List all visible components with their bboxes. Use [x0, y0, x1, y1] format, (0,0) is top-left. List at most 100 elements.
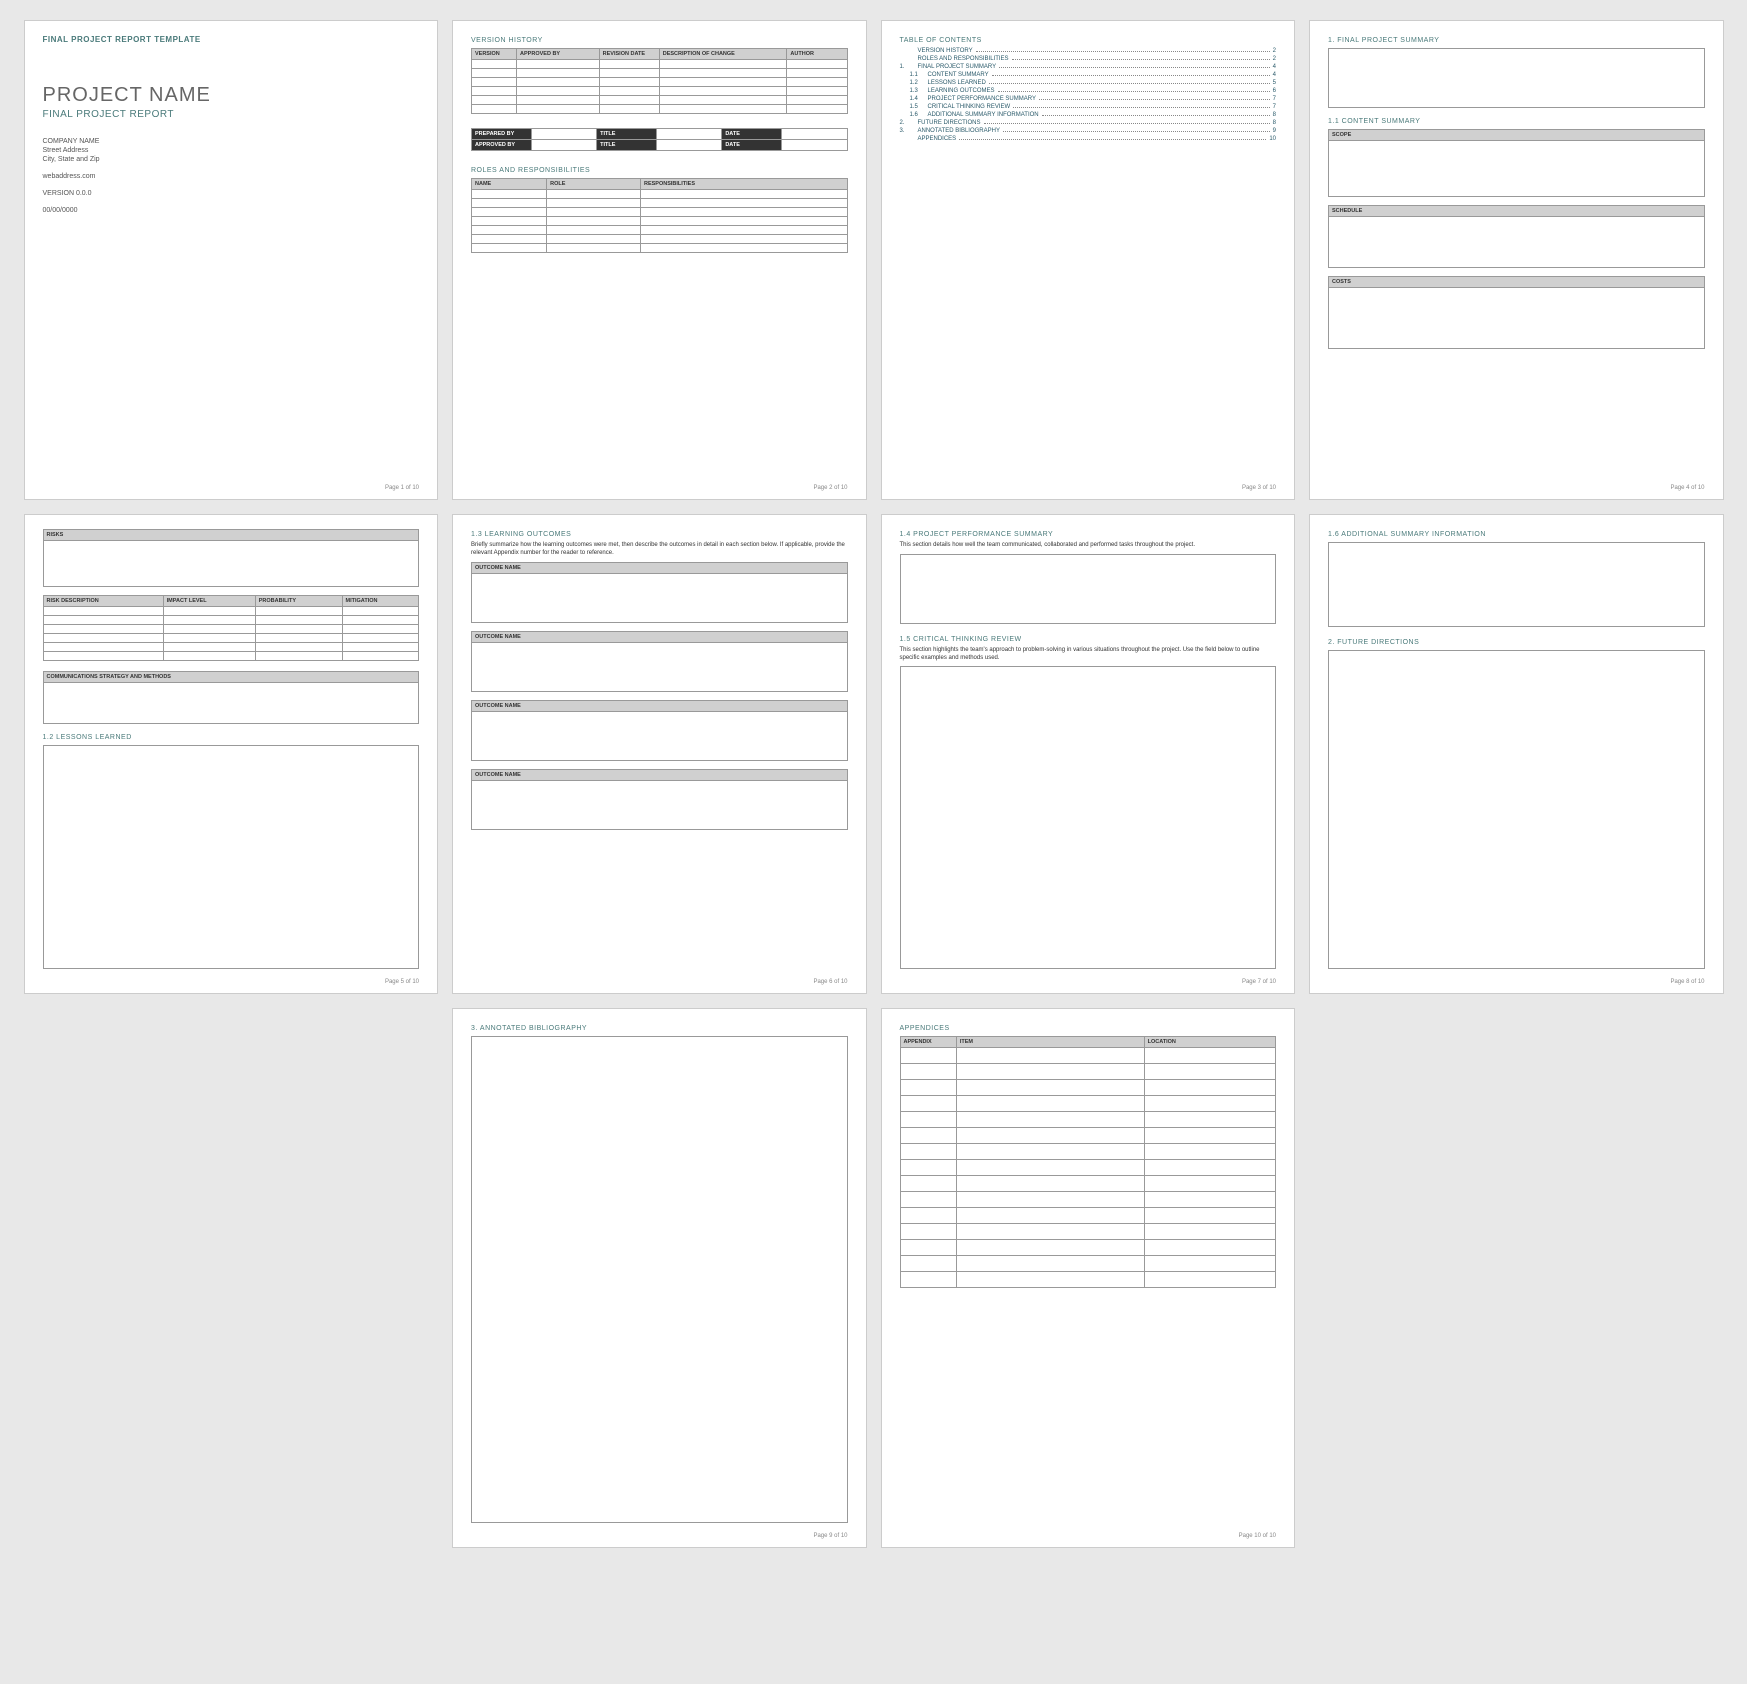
table-row [900, 1176, 1276, 1192]
prepared-by-label: PREPARED BY [472, 129, 532, 140]
table-row [472, 69, 848, 78]
table-row [472, 105, 848, 114]
table-row [900, 1208, 1276, 1224]
street-address: Street Address [43, 147, 420, 154]
risks-box: RISKS [43, 529, 420, 587]
col-role: ROLE [547, 179, 641, 190]
outcome-label: OUTCOME NAME [472, 563, 847, 574]
table-row [472, 208, 848, 217]
col-revision-date: REVISION DATE [599, 49, 659, 60]
toc-item: VERSION HISTORY2 [900, 48, 1277, 54]
page-footer: Page 2 of 10 [813, 485, 847, 491]
col-probability: PROBABILITY [255, 596, 342, 607]
col-risk-desc: RISK DESCRIPTION [43, 596, 163, 607]
col-responsibilities: RESPONSIBILITIES [640, 179, 847, 190]
critical-thinking-desc: This section highlights the team's appro… [900, 647, 1277, 663]
schedule-box: SCHEDULE [1328, 205, 1705, 268]
signoff-table: PREPARED BY TITLE DATE APPROVED BY TITLE… [471, 128, 848, 151]
toc-item: 3.ANNOTATED BIBLIOGRAPHY9 [900, 128, 1277, 134]
toc-item: 2.FUTURE DIRECTIONS8 [900, 120, 1277, 126]
table-row [472, 235, 848, 244]
page-footer: Page 4 of 10 [1670, 485, 1704, 491]
schedule-label: SCHEDULE [1329, 206, 1704, 217]
outcome-label: OUTCOME NAME [472, 770, 847, 781]
appendices-heading: APPENDICES [900, 1025, 1277, 1032]
table-row [472, 96, 848, 105]
table-row [472, 226, 848, 235]
date-label: DATE [722, 129, 782, 140]
table-row [43, 616, 419, 625]
page-5: RISKS RISK DESCRIPTION IMPACT LEVEL PROB… [24, 514, 439, 994]
lessons-box [43, 745, 420, 969]
toc-item: 1.3LEARNING OUTCOMES6 [900, 88, 1277, 94]
roles-heading: ROLES AND RESPONSIBILITIES [471, 167, 848, 174]
version-history-heading: VERSION HISTORY [471, 37, 848, 44]
col-author: AUTHOR [787, 49, 847, 60]
comms-box: COMMUNICATIONS STRATEGY AND METHODS [43, 671, 420, 724]
table-row [472, 60, 848, 69]
page-footer: Page 9 of 10 [813, 1533, 847, 1539]
col-mitigation: MITIGATION [342, 596, 418, 607]
page-8: 1.6 ADDITIONAL SUMMARY INFORMATION 2. FU… [1309, 514, 1724, 994]
learning-outcomes-desc: Briefly summarize how the learning outco… [471, 542, 848, 558]
table-row [900, 1080, 1276, 1096]
comms-label: COMMUNICATIONS STRATEGY AND METHODS [44, 672, 419, 683]
subtitle: FINAL PROJECT REPORT [43, 109, 420, 120]
table-row [43, 607, 419, 616]
page-footer: Page 6 of 10 [813, 979, 847, 985]
toc-list: VERSION HISTORY2ROLES AND RESPONSIBILITI… [900, 48, 1277, 142]
title-label-2: TITLE [597, 140, 657, 151]
col-approved-by: APPROVED BY [517, 49, 600, 60]
table-row [900, 1272, 1276, 1288]
table-row [472, 199, 848, 208]
version-history-table: VERSION APPROVED BY REVISION DATE DESCRI… [471, 48, 848, 114]
performance-desc: This section details how well the team c… [900, 542, 1277, 550]
scope-label: SCOPE [1329, 130, 1704, 141]
doc-header: FINAL PROJECT REPORT TEMPLATE [43, 35, 420, 44]
appendices-table: APPENDIX ITEM LOCATION [900, 1036, 1277, 1288]
page-footer: Page 5 of 10 [385, 979, 419, 985]
page-footer: Page 1 of 10 [385, 485, 419, 491]
page-10: APPENDICES APPENDIX ITEM LOCATION [881, 1008, 1296, 1548]
future-directions-heading: 2. FUTURE DIRECTIONS [1328, 639, 1705, 646]
future-directions-box [1328, 650, 1705, 969]
table-row [900, 1192, 1276, 1208]
content-summary-heading: 1.1 CONTENT SUMMARY [1328, 118, 1705, 125]
page-6: 1.3 LEARNING OUTCOMES Briefly summarize … [452, 514, 867, 994]
table-row [900, 1096, 1276, 1112]
additional-summary-heading: 1.6 ADDITIONAL SUMMARY INFORMATION [1328, 531, 1705, 538]
outcome-box-3: OUTCOME NAME [471, 700, 848, 761]
table-row [900, 1112, 1276, 1128]
lessons-heading: 1.2 LESSONS LEARNED [43, 734, 420, 741]
toc-item: 1.FINAL PROJECT SUMMARY4 [900, 64, 1277, 70]
page-9: 3. ANNOTATED BIBLIOGRAPHY Page 9 of 10 [452, 1008, 867, 1548]
table-row [900, 1160, 1276, 1176]
additional-summary-box [1328, 542, 1705, 627]
page-4: 1. FINAL PROJECT SUMMARY 1.1 CONTENT SUM… [1309, 20, 1724, 500]
table-row [900, 1240, 1276, 1256]
roles-table: NAME ROLE RESPONSIBILITIES [471, 178, 848, 253]
table-row [472, 87, 848, 96]
page-1: FINAL PROJECT REPORT TEMPLATE PROJECT NA… [24, 20, 439, 500]
outcome-box-4: OUTCOME NAME [471, 769, 848, 830]
costs-label: COSTS [1329, 277, 1704, 288]
critical-thinking-heading: 1.5 CRITICAL THINKING REVIEW [900, 636, 1277, 643]
col-item: ITEM [956, 1037, 1144, 1048]
risks-label: RISKS [44, 530, 419, 541]
company-name: COMPANY NAME [43, 138, 420, 145]
outcome-label: OUTCOME NAME [472, 701, 847, 712]
toc-item: 1.6ADDITIONAL SUMMARY INFORMATION8 [900, 112, 1277, 118]
risk-table: RISK DESCRIPTION IMPACT LEVEL PROBABILIT… [43, 595, 420, 661]
learning-outcomes-heading: 1.3 LEARNING OUTCOMES [471, 531, 848, 538]
outcome-label: OUTCOME NAME [472, 632, 847, 643]
table-row [472, 190, 848, 199]
page-2: VERSION HISTORY VERSION APPROVED BY REVI… [452, 20, 867, 500]
page-footer: Page 3 of 10 [1242, 485, 1276, 491]
toc-item: 1.1CONTENT SUMMARY4 [900, 72, 1277, 78]
page-footer: Page 8 of 10 [1670, 979, 1704, 985]
toc-item: 1.2LESSONS LEARNED5 [900, 80, 1277, 86]
page-3: TABLE OF CONTENTS VERSION HISTORY2ROLES … [881, 20, 1296, 500]
title-label: TITLE [597, 129, 657, 140]
date-label-2: DATE [722, 140, 782, 151]
spacer [1309, 1008, 1724, 1548]
